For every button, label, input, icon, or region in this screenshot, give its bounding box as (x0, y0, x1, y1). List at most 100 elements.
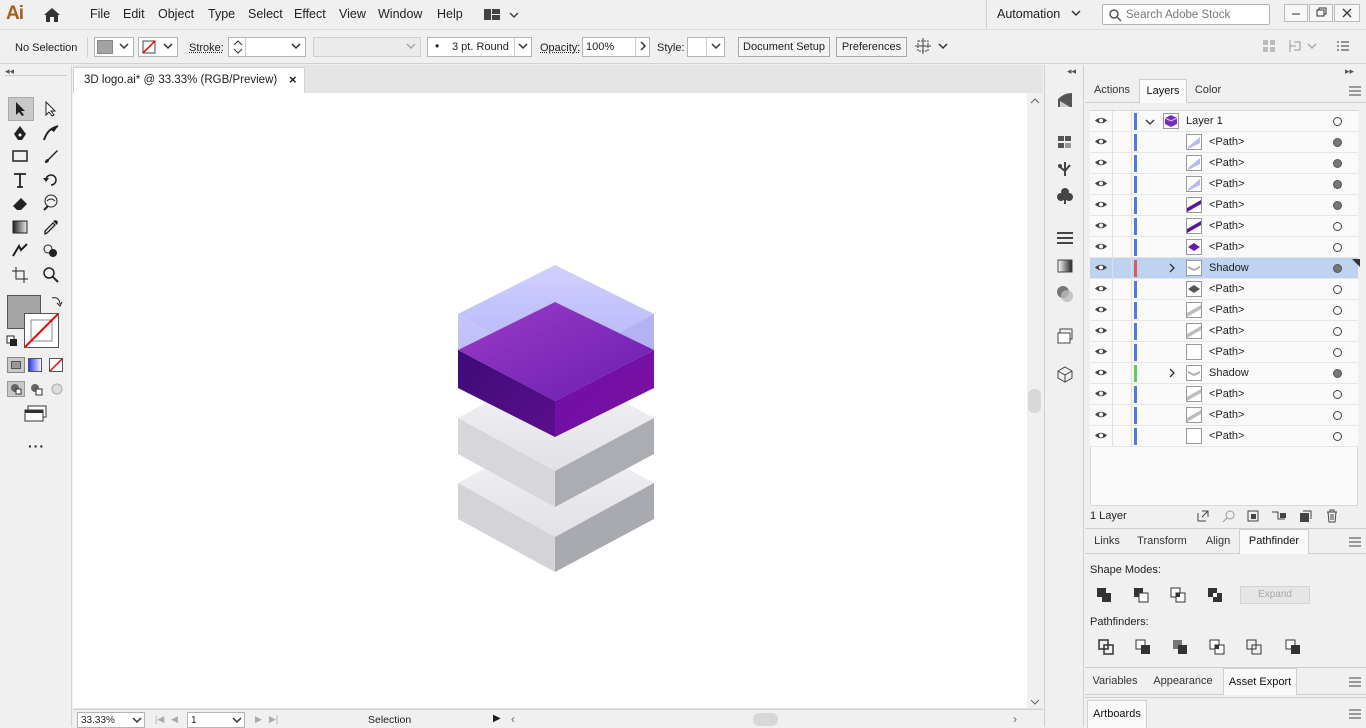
layer-row[interactable]: Shadow (1090, 363, 1358, 384)
default-colors-icon[interactable] (6, 335, 18, 350)
new-sublayer-icon[interactable] (1271, 509, 1287, 526)
document-tab[interactable]: 3D logo.ai* @ 33.33% (RGB/Preview) × (73, 67, 305, 93)
target-icon[interactable] (1333, 201, 1342, 210)
draw-normal-icon[interactable] (7, 381, 25, 397)
tab-links[interactable]: Links (1089, 530, 1125, 552)
arrange-documents-icon[interactable] (914, 37, 950, 57)
trim-icon[interactable] (1135, 639, 1151, 658)
visibility-eye-icon[interactable] (1095, 347, 1107, 356)
stroke-color-swatch[interactable] (24, 313, 59, 348)
panel-menu-icon[interactable] (1349, 86, 1361, 99)
lock-toggle[interactable] (1112, 405, 1132, 426)
tab-artboards[interactable]: Artboards (1087, 700, 1147, 728)
panel-menu-icon[interactable] (1349, 709, 1361, 722)
restore-button[interactable] (1309, 4, 1333, 22)
expand-panels-icon[interactable]: ◂◂ (1067, 66, 1076, 77)
transparency-panel-icon[interactable] (1056, 285, 1074, 306)
layer-row[interactable]: Shadow (1090, 258, 1358, 279)
target-icon[interactable] (1333, 390, 1342, 399)
tab-variables[interactable]: Variables (1089, 670, 1141, 692)
menu-type[interactable]: Type (208, 7, 235, 21)
artboard-tool-icon[interactable] (9, 264, 31, 286)
lock-toggle[interactable] (1112, 342, 1132, 363)
gradient-tool-icon[interactable] (9, 216, 31, 238)
layer-row[interactable]: <Path> (1090, 426, 1358, 447)
lock-toggle[interactable] (1112, 426, 1132, 447)
layer-row[interactable]: <Path> (1090, 300, 1358, 321)
exclude-icon[interactable] (1207, 587, 1223, 606)
lock-toggle[interactable] (1112, 216, 1132, 237)
rectangle-tool-icon[interactable] (9, 145, 31, 167)
draw-behind-icon[interactable] (29, 382, 43, 399)
layer-row[interactable]: <Path> (1090, 237, 1358, 258)
artboards-panel-icon[interactable] (1056, 327, 1074, 348)
intersect-icon[interactable] (1170, 587, 1186, 606)
zoom-tool-icon[interactable] (40, 264, 62, 286)
blend-tool-icon[interactable] (9, 240, 31, 262)
tab-color[interactable]: Color (1189, 79, 1227, 101)
visibility-eye-icon[interactable] (1095, 284, 1107, 293)
delete-layer-icon[interactable] (1325, 509, 1339, 526)
lock-toggle[interactable] (1112, 300, 1132, 321)
layer-row[interactable]: <Path> (1090, 321, 1358, 342)
outline-icon[interactable] (1246, 639, 1262, 658)
symbols-panel-icon[interactable] (1056, 160, 1074, 181)
scroll-thumb[interactable] (1028, 389, 1041, 413)
layer-row[interactable]: <Path> (1090, 132, 1358, 153)
swap-colors-icon[interactable] (49, 294, 63, 311)
layer-row[interactable]: Layer 1 (1090, 111, 1358, 132)
zoom-input[interactable]: 33.33% (77, 712, 145, 728)
layer-row[interactable]: <Path> (1090, 405, 1358, 426)
tab-layers[interactable]: Layers (1139, 79, 1187, 103)
screen-mode-icon[interactable] (24, 405, 48, 426)
opacity-input[interactable]: 100% (582, 37, 650, 57)
visibility-eye-icon[interactable] (1095, 410, 1107, 419)
eyedropper-tool-icon[interactable] (40, 216, 62, 238)
automation-dropdown[interactable]: Automation (986, 0, 1086, 30)
minus-back-icon[interactable] (1285, 639, 1301, 658)
visibility-eye-icon[interactable] (1095, 431, 1107, 440)
layer-row[interactable]: <Path> (1090, 384, 1358, 405)
chevron-down-icon[interactable] (1145, 117, 1155, 130)
brushes-panel-icon[interactable] (1056, 187, 1074, 208)
prev-artboard-icon[interactable]: ◀ (171, 714, 178, 725)
lock-toggle[interactable] (1112, 363, 1132, 384)
visibility-eye-icon[interactable] (1095, 221, 1107, 230)
target-icon[interactable] (1333, 411, 1342, 420)
tab-pathfinder[interactable]: Pathfinder (1239, 529, 1309, 554)
visibility-eye-icon[interactable] (1095, 263, 1107, 272)
graphic-style-dropdown[interactable] (687, 37, 725, 57)
home-icon[interactable] (42, 6, 62, 24)
close-window-button[interactable] (1334, 4, 1360, 22)
target-icon[interactable] (1333, 138, 1342, 147)
horizontal-scroll-thumb[interactable] (753, 713, 778, 726)
close-tab-icon[interactable]: × (289, 72, 297, 87)
workspace-switcher-icon[interactable] (484, 7, 520, 23)
status-menu-icon[interactable]: ▶ (493, 713, 501, 724)
lock-toggle[interactable] (1112, 384, 1132, 405)
menu-view[interactable]: View (339, 7, 366, 21)
visibility-eye-icon[interactable] (1095, 326, 1107, 335)
tab-actions[interactable]: Actions (1089, 79, 1135, 101)
last-artboard-icon[interactable]: ▶| (269, 714, 278, 725)
lock-toggle[interactable] (1112, 195, 1132, 216)
visibility-eye-icon[interactable] (1095, 242, 1107, 251)
stroke-weight-input[interactable] (228, 37, 306, 57)
menu-edit[interactable]: Edit (123, 7, 145, 21)
type-tool-icon[interactable] (9, 169, 31, 191)
target-icon[interactable] (1333, 327, 1342, 336)
preferences-button[interactable]: Preferences (836, 37, 907, 57)
menu-help[interactable]: Help (437, 7, 463, 21)
selection-tool-icon[interactable] (8, 97, 34, 121)
shape-builder-tool-icon[interactable] (40, 240, 62, 262)
target-icon[interactable] (1333, 348, 1342, 357)
draw-inside-icon[interactable] (50, 382, 64, 399)
panel-menu-icon[interactable] (1349, 677, 1361, 690)
panel-menu-icon[interactable] (1349, 537, 1361, 550)
swatches-panel-icon[interactable] (1056, 133, 1074, 154)
stroke-swatch[interactable] (138, 37, 178, 57)
menu-select[interactable]: Select (248, 7, 283, 21)
divide-icon[interactable] (1098, 639, 1114, 658)
artboard-canvas[interactable] (73, 93, 1027, 708)
first-artboard-icon[interactable]: |◀ (155, 714, 164, 725)
